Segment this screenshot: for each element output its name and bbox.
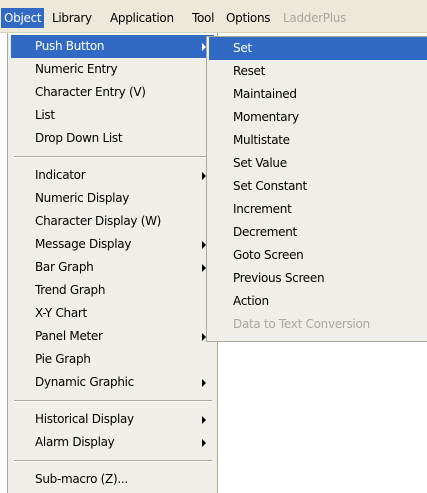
submenu-item-increment[interactable]: Increment [209, 198, 427, 221]
menu-item-label: Drop Down List [35, 131, 123, 145]
menu-item-label: Historical Display [35, 412, 134, 426]
menu-tool[interactable]: Tool [189, 8, 217, 28]
menu-item-character-display[interactable]: Character Display (W) [11, 210, 214, 233]
menu-item-numeric-entry[interactable]: Numeric Entry [11, 58, 214, 81]
menu-item-label: Character Entry (V) [35, 85, 146, 99]
menu-bar: Object Library Application Tool Options … [0, 0, 427, 33]
submenu-arrow-icon [202, 416, 206, 424]
menu-item-label: Alarm Display [35, 435, 115, 449]
submenu-item-reset[interactable]: Reset [209, 60, 427, 83]
submenu-arrow-icon [202, 439, 206, 447]
menu-separator [14, 400, 212, 402]
submenu-item-data-to-text-conversion: Data to Text Conversion [233, 317, 370, 331]
menu-separator [14, 156, 212, 158]
menu-item-label: Pie Graph [35, 352, 91, 366]
menu-item-label: List [35, 108, 55, 122]
menu-item-label: Dynamic Graphic [35, 375, 134, 389]
submenu-item-decrement[interactable]: Decrement [209, 221, 427, 244]
submenu-item-previous-screen[interactable]: Previous Screen [209, 267, 427, 290]
menu-item-drop-down-list[interactable]: Drop Down List [11, 127, 214, 150]
push-button-submenu: Set Reset Maintained Momentary Multistat… [206, 36, 427, 342]
submenu-item-set-value[interactable]: Set Value [209, 152, 427, 175]
menu-item-label: Panel Meter [35, 329, 103, 343]
menu-options[interactable]: Options [223, 8, 273, 28]
menu-item-pie-graph[interactable]: Pie Graph [11, 348, 214, 371]
menu-item-indicator[interactable]: Indicator [11, 164, 214, 187]
menu-item-label: Numeric Display [35, 191, 130, 205]
menu-item-xy-chart[interactable]: X-Y Chart [11, 302, 214, 325]
menu-library[interactable]: Library [49, 8, 95, 28]
menu-item-panel-meter[interactable]: Panel Meter [11, 325, 214, 348]
menu-item-bar-graph[interactable]: Bar Graph [11, 256, 214, 279]
menu-item-label: Character Display (W) [35, 214, 162, 228]
menu-ladderplus: LadderPlus [283, 11, 347, 25]
menu-separator [14, 460, 212, 462]
menu-item-label: X-Y Chart [35, 306, 87, 320]
submenu-item-multistate[interactable]: Multistate [209, 129, 427, 152]
menu-item-historical-display[interactable]: Historical Display [11, 408, 214, 431]
menu-item-alarm-display[interactable]: Alarm Display [11, 431, 214, 454]
menu-item-label: Trend Graph [35, 283, 106, 297]
menu-object[interactable]: Object [1, 8, 45, 28]
submenu-item-set[interactable]: Set [209, 37, 427, 60]
submenu-item-maintained[interactable]: Maintained [209, 83, 427, 106]
submenu-item-momentary[interactable]: Momentary [209, 106, 427, 129]
submenu-item-action[interactable]: Action [209, 290, 427, 313]
menu-item-label: Indicator [35, 168, 86, 182]
menu-item-label: Sub-macro (Z)... [35, 472, 128, 486]
menu-item-push-button[interactable]: Push Button [11, 35, 214, 58]
menu-item-label: Numeric Entry [35, 62, 118, 76]
menu-item-trend-graph[interactable]: Trend Graph [11, 279, 214, 302]
submenu-item-goto-screen[interactable]: Goto Screen [209, 244, 427, 267]
menu-item-label: Bar Graph [35, 260, 94, 274]
submenu-item-set-constant[interactable]: Set Constant [209, 175, 427, 198]
submenu-arrow-icon [202, 379, 206, 387]
menu-item-label: Push Button [35, 39, 105, 53]
menu-item-sub-macro[interactable]: Sub-macro (Z)... [11, 468, 214, 491]
menu-item-message-display[interactable]: Message Display [11, 233, 214, 256]
object-menu: Push Button Numeric Entry Character Entr… [7, 33, 218, 493]
menu-application[interactable]: Application [107, 8, 177, 28]
menu-item-numeric-display[interactable]: Numeric Display [11, 187, 214, 210]
menu-item-list[interactable]: List [11, 104, 214, 127]
menu-item-label: Message Display [35, 237, 132, 251]
menu-item-dynamic-graphic[interactable]: Dynamic Graphic [11, 371, 214, 394]
menu-item-character-entry[interactable]: Character Entry (V) [11, 81, 214, 104]
